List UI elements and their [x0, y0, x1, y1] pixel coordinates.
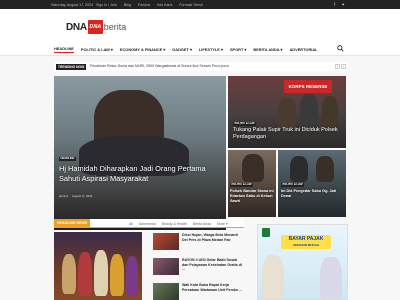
site-header: DNA DNA berita: [0, 9, 400, 42]
category-badge[interactable]: POLITIC & LAW: [230, 183, 254, 187]
article-photo: [94, 250, 108, 296]
list-item-title[interactable]: Diesi Hujan, Warga Beta Menanti Del Pers…: [182, 233, 242, 242]
category-badge[interactable]: POLITIC & LAW: [281, 183, 305, 187]
ad-official-photo: [262, 255, 284, 299]
nav-item-politic-law[interactable]: POLITIC & LAW ▾: [81, 47, 113, 52]
logo-berita-text: berita: [103, 22, 127, 32]
nav-item-gadget[interactable]: GADGET ▾: [172, 47, 192, 52]
article-meta: admin1 August 17, 2024: [59, 194, 92, 198]
featured-article-bottom-left[interactable]: POLITIC & LAW Polsek Bandar Siswa ini Ed…: [228, 150, 276, 217]
nav-item-headline[interactable]: HEADLINE: [54, 46, 74, 53]
article-photo: [110, 254, 124, 296]
featured-article-top-right[interactable]: KORPS RESERSE POLITIC & LAW Tukang Palak…: [228, 76, 346, 148]
category-badge[interactable]: POLITIC & LAW: [233, 122, 257, 126]
article-photo: [300, 94, 318, 128]
tab-all[interactable]: All: [129, 222, 133, 226]
list-item[interactable]: RAYON 4 UISI Gelar Bakti Sosial dan Pela…: [153, 258, 243, 275]
tab-more[interactable]: More ▾: [217, 222, 228, 226]
headline-news-header: HEADLINE NEWS All Advertorial Beauty & H…: [54, 219, 244, 228]
tax-advertisement[interactable]: BAYAR PAJAK SEMAKIN MUDAH: [257, 224, 348, 300]
featured-article-main[interactable]: HEADLINE Hj Hamidah Diharapkan Jadi Oran…: [54, 76, 226, 230]
top-bar: Saturday, August 17, 2024 Sign In / Join…: [0, 0, 400, 9]
list-item[interactable]: Diesi Hujan, Warga Beta Menanti Del Pers…: [153, 233, 243, 250]
trending-label: TRENDING NOW: [56, 63, 87, 70]
logo-badge: DNA: [87, 20, 103, 34]
facebook-icon[interactable]: f: [334, 2, 335, 8]
article-title[interactable]: Ini Dia Pengedar Sabu Gg. Jati Denai: [281, 189, 345, 199]
article-photo: [322, 96, 338, 128]
article-title[interactable]: Tukang Palak Supir Truk ini Diciduk Pols…: [233, 127, 343, 141]
headline-news-tabs: All Advertorial Beauty & Health Berita A…: [129, 222, 228, 226]
site-logo[interactable]: DNA DNA berita: [66, 20, 126, 34]
ad-official-photo: [320, 257, 342, 299]
korps-reserse-poster: KORPS RESERSE: [284, 80, 332, 93]
list-item-thumbnail[interactable]: [153, 283, 179, 300]
article-photo: [316, 156, 334, 182]
top-link-forums[interactable]: Forums: [138, 3, 150, 7]
article-photo: [62, 254, 76, 294]
main-nav: HEADLINE POLITIC & LAW ▾ ECONOMY & FINAN…: [0, 42, 400, 56]
chevron-left-icon[interactable]: ‹: [335, 63, 340, 69]
article-photo: [278, 98, 296, 128]
trending-headline[interactable]: Pecahkan Rekor Dunia dari MURI, 2500 War…: [90, 64, 229, 68]
nav-item-lifestyle[interactable]: LIFESTYLE ▾: [199, 47, 223, 52]
nav-item-sport[interactable]: SPORT ▾: [230, 47, 246, 52]
chevron-right-icon[interactable]: ›: [341, 63, 346, 69]
headline-news-featured-image[interactable]: [54, 232, 142, 300]
nav-item-advertorial[interactable]: ADVERTORIAL: [290, 47, 318, 52]
search-icon[interactable]: [337, 45, 344, 52]
article-photo: [126, 256, 138, 296]
top-links: Sign In / Join Blog Forums Info Kami For…: [96, 3, 203, 7]
list-item-thumbnail[interactable]: [153, 258, 179, 275]
list-item[interactable]: Wali Kota Buka Rapat Kerja Persatuan War…: [153, 283, 243, 300]
featured-article-bottom-right[interactable]: POLITIC & LAW Ini Dia Pengedar Sabu Gg. …: [278, 150, 346, 217]
ad-headline-line2: SEMAKIN MUDAH: [293, 243, 319, 247]
headline-news-label: HEADLINE NEWS: [54, 219, 91, 228]
article-date: August 17, 2024: [71, 194, 93, 198]
top-link-about[interactable]: Info Kami: [157, 3, 172, 7]
trending-bar: TRENDING NOW Pecahkan Rekor Dunia dari M…: [54, 62, 347, 71]
article-author[interactable]: admin1: [59, 194, 68, 198]
ad-headline: BAYAR PAJAK SEMAKIN MUDAH: [281, 235, 331, 249]
logo-dna-text: DNA: [66, 21, 87, 33]
ad-headline-line1: BAYAR PAJAK: [288, 236, 324, 242]
tab-beauty-health[interactable]: Beauty & Health: [162, 222, 187, 226]
article-photo: [242, 154, 264, 182]
date-label: Saturday, August 17, 2024: [51, 2, 94, 7]
article-title[interactable]: Polsek Bandar Siswa ini Edarkan Sabu di …: [230, 189, 275, 204]
article-photo: [290, 156, 308, 182]
nav-item-economy[interactable]: ECONOMY & FINANCE ▾: [120, 47, 165, 52]
article-photo: [78, 252, 92, 296]
category-badge[interactable]: HEADLINE: [59, 157, 76, 161]
top-link-signin[interactable]: Sign In / Join: [96, 3, 117, 7]
tab-advertorial[interactable]: Advertorial: [139, 222, 156, 226]
top-link-blog[interactable]: Blog: [124, 3, 131, 7]
list-item-thumbnail[interactable]: [153, 233, 179, 250]
social-links: f ✦: [334, 2, 345, 8]
nav-item-berita-anda[interactable]: BERITA ANDA ▾: [253, 47, 282, 52]
tab-berita-anda[interactable]: Berita Anda: [193, 222, 211, 226]
list-item-title[interactable]: RAYON 4 UISI Gelar Bakti Sosial dan Pela…: [182, 258, 242, 272]
article-title[interactable]: Hj Hamidah Diharapkan Jadi Orang Pertama…: [59, 164, 219, 183]
top-link-formasi[interactable]: Formasi Temoi: [179, 3, 203, 7]
government-seal-icon: [262, 228, 270, 237]
twitter-icon[interactable]: ✦: [341, 2, 345, 8]
list-item-title[interactable]: Wali Kota Buka Rapat Kerja Persatuan War…: [182, 283, 242, 292]
